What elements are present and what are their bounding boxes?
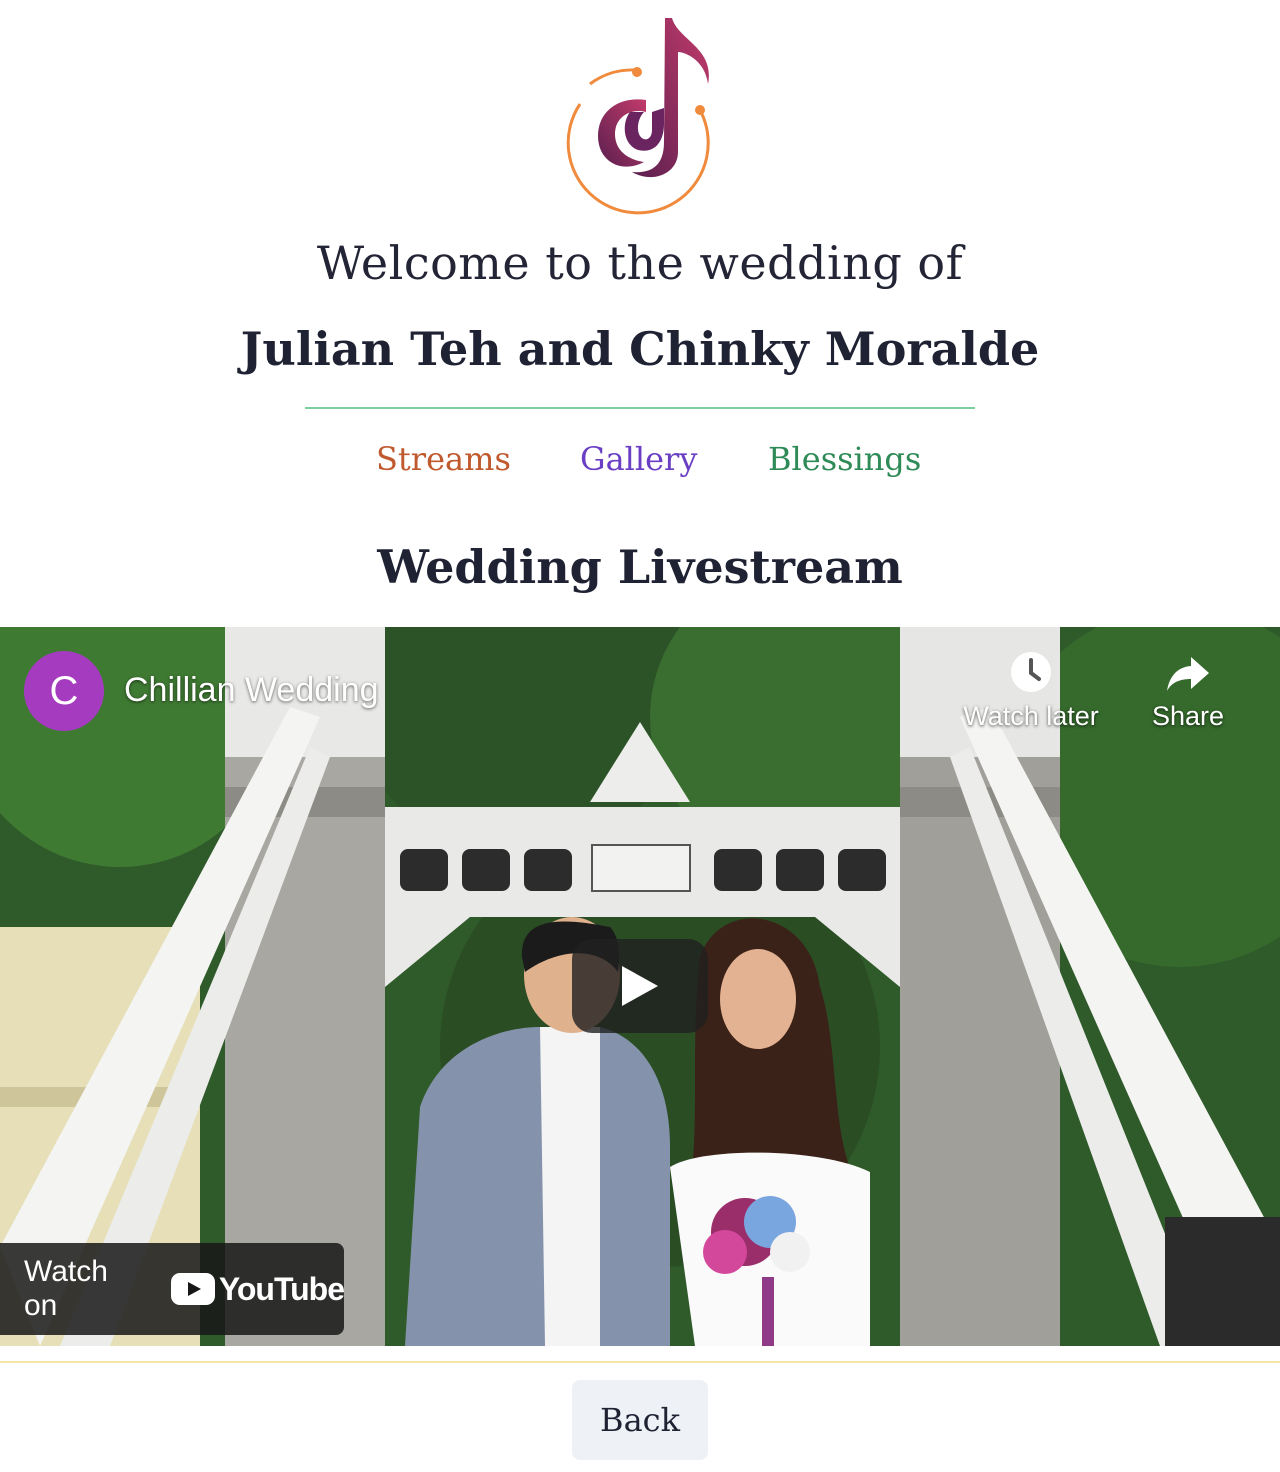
nav-blessings-link[interactable]: Blessings [768, 440, 921, 478]
watch-later-label: Watch later [963, 701, 1099, 731]
nav-streams-link[interactable]: Streams [376, 440, 511, 478]
share-button[interactable]: Share [1146, 649, 1230, 732]
play-icon [622, 966, 658, 1006]
watch-later-button[interactable]: Watch later [956, 649, 1106, 732]
footer-divider [0, 1361, 1280, 1363]
nav-gallery-link[interactable]: Gallery [580, 440, 697, 478]
channel-avatar[interactable]: C [24, 651, 104, 731]
welcome-heading: Welcome to the wedding of [316, 236, 964, 290]
channel-name-link[interactable]: Chillian Wedding [124, 671, 379, 710]
clock-icon [1011, 652, 1051, 692]
youtube-play-icon [170, 1273, 215, 1305]
couple-names: Julian Teh and Chinky Moralde [240, 322, 1040, 376]
youtube-wordmark: YouTube [218, 1270, 345, 1307]
share-label: Share [1151, 701, 1225, 731]
watch-on-youtube-button[interactable]: Watch on YouTube [0, 1243, 345, 1335]
back-button[interactable]: Back [572, 1380, 708, 1460]
youtube-logo: YouTube [170, 1270, 345, 1308]
youtube-video-player[interactable]: C Chillian Wedding Watch later Share Wat… [0, 627, 1280, 1346]
play-button[interactable] [572, 939, 708, 1033]
share-arrow-icon [1167, 657, 1209, 691]
section-title: Wedding Livestream [377, 540, 903, 594]
music-note-logo-icon [566, 18, 710, 215]
watch-on-label: Watch on [24, 1255, 108, 1322]
header-divider [305, 407, 975, 409]
